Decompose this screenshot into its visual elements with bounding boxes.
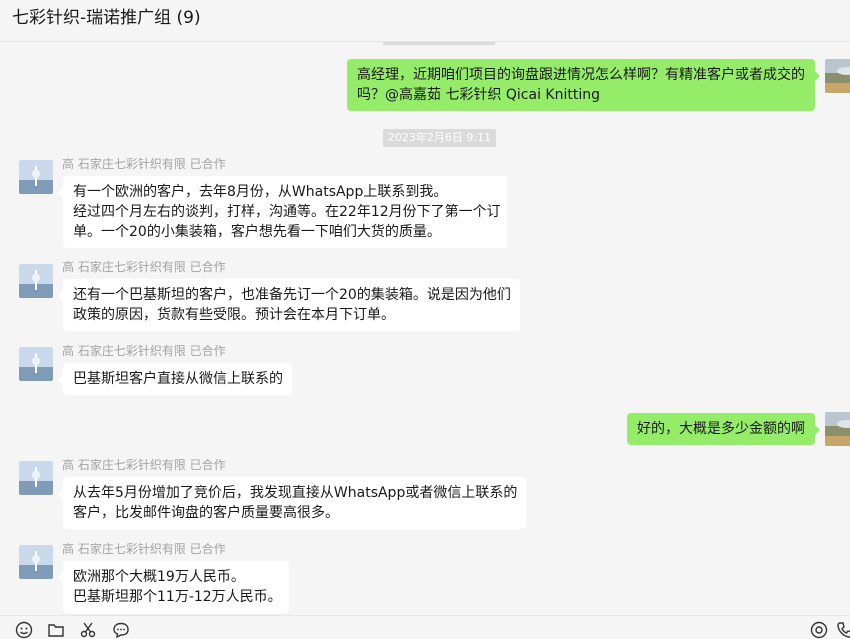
target-icon[interactable]	[810, 621, 828, 639]
timestamp-badge: 2023年2月6日 9:11	[383, 129, 496, 147]
message-bubble-incoming[interactable]: 还有一个巴基斯坦的客户，也准备先订一个20的集装箱。说是因为他们 政策的原因，货…	[58, 279, 520, 331]
folder-icon[interactable]	[47, 621, 65, 639]
message-line: 单。一个20的小集装箱，客户想先看一下咱们大货的质量。	[73, 224, 441, 240]
message-bubble-incoming[interactable]: 有一个欧洲的客户，去年8月份，从WhatsApp上联系到我。 经过四个月左右的谈…	[58, 176, 507, 248]
message-line: 好的，大概是多少金额的啊	[637, 421, 805, 437]
chat-title[interactable]: 七彩针织-瑞诺推广组 (9)	[12, 3, 201, 28]
message-line: 巴基斯坦那个11万-12万人民币。	[73, 589, 282, 605]
message-line: 有一个欧洲的客户，去年8月份，从WhatsApp上联系到我。	[73, 184, 448, 200]
sender-avatar[interactable]	[19, 545, 53, 579]
title-bar: 七彩针织-瑞诺推广组 (9)	[0, 0, 850, 42]
message-bubble-incoming[interactable]: 巴基斯坦客户直接从微信上联系的	[58, 363, 292, 395]
input-toolbar	[0, 615, 850, 639]
message-line: 从去年5月份增加了竞价后，我发现直接从WhatsApp或者微信上联系的	[73, 485, 518, 501]
self-avatar[interactable]	[825, 59, 850, 93]
message-line: 客户，比发邮件询盘的客户质量要高很多。	[73, 505, 339, 521]
message-bubble-outgoing[interactable]: 高经理，近期咱们项目的询盘跟进情况怎么样啊？有精准客户或者成交的 吗？@高嘉茹 …	[347, 59, 820, 111]
message-line: 吗？@高嘉茹 七彩针织 Qicai Knitting	[357, 87, 600, 103]
message-bubble-incoming[interactable]: 欧洲那个大概19万人民币。 巴基斯坦那个11万-12万人民币。	[58, 561, 289, 613]
chat-bubble-icon[interactable]	[112, 621, 130, 639]
message-list[interactable]: 高经理，近期咱们项目的询盘跟进情况怎么样啊？有精准客户或者成交的 吗？@高嘉茹 …	[0, 45, 850, 615]
self-avatar[interactable]	[825, 412, 850, 446]
message-line: 巴基斯坦客户直接从微信上联系的	[73, 371, 283, 387]
sender-avatar[interactable]	[19, 347, 53, 381]
sender-avatar[interactable]	[19, 264, 53, 298]
message-bubble-incoming[interactable]: 从去年5月份增加了竞价后，我发现直接从WhatsApp或者微信上联系的 客户，比…	[58, 477, 526, 529]
sender-avatar[interactable]	[19, 461, 53, 495]
scissors-icon[interactable]	[79, 621, 97, 639]
sender-name: 高 石家庄七彩针织有限 已合作	[62, 344, 226, 358]
message-line: 经过四个月左右的谈判，打样，沟通等。在22年12月份下了第一个订	[73, 204, 501, 220]
sender-name: 高 石家庄七彩针织有限 已合作	[62, 542, 226, 556]
message-bubble-outgoing[interactable]: 好的，大概是多少金额的啊	[627, 413, 820, 445]
phone-icon[interactable]	[836, 621, 850, 639]
message-line: 高经理，近期咱们项目的询盘跟进情况怎么样啊？有精准客户或者成交的	[357, 67, 805, 83]
sender-avatar[interactable]	[19, 160, 53, 194]
message-line: 欧洲那个大概19万人民币。	[73, 569, 245, 585]
message-line: 还有一个巴基斯坦的客户，也准备先订一个20的集装箱。说是因为他们	[73, 287, 511, 303]
emoji-icon[interactable]	[15, 621, 33, 639]
message-line: 政策的原因，货款有些受限。预计会在本月下订单。	[73, 307, 395, 323]
sender-name: 高 石家庄七彩针织有限 已合作	[62, 260, 226, 274]
sender-name: 高 石家庄七彩针织有限 已合作	[62, 157, 226, 171]
sender-name: 高 石家庄七彩针织有限 已合作	[62, 458, 226, 472]
